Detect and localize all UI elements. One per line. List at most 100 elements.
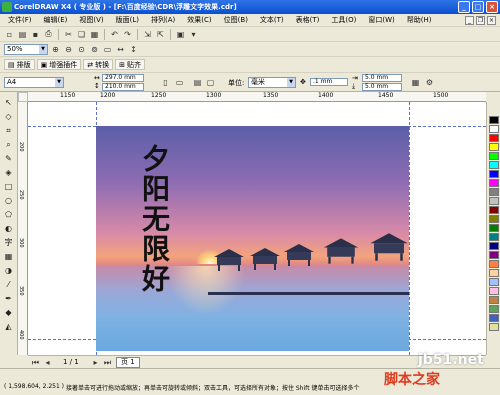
chevron-down-icon[interactable]: ▼ <box>287 78 295 87</box>
horizontal-ruler[interactable]: 1150 1200 1250 1300 1350 1400 1450 1500 <box>28 92 486 102</box>
duplicate-x-field[interactable]: 5.0 mm <box>362 74 402 82</box>
color-swatch[interactable] <box>488 233 499 241</box>
page-width-field[interactable]: 297.0 mm <box>102 74 144 82</box>
color-swatch[interactable] <box>488 143 499 151</box>
menu-help[interactable]: 帮助(H) <box>401 14 438 27</box>
duplicate-y-field[interactable]: 5.0 mm <box>362 83 402 91</box>
color-swatch[interactable] <box>488 323 499 331</box>
color-swatch[interactable] <box>488 224 499 232</box>
color-swatch[interactable] <box>488 206 499 214</box>
page-tab[interactable]: 页 1 <box>116 357 140 368</box>
doc-restore-button[interactable]: ❐ <box>476 15 485 25</box>
zoom-out-icon[interactable]: ⊖ <box>63 44 74 55</box>
settings-icon[interactable]: ⚙ <box>424 77 435 88</box>
color-swatch[interactable] <box>488 251 499 259</box>
close-button[interactable]: × <box>486 1 498 13</box>
ellipse-tool-icon[interactable]: ○ <box>3 196 15 206</box>
menu-table[interactable]: 表格(T) <box>290 14 326 27</box>
color-swatch[interactable] <box>488 287 499 295</box>
fill-tool-icon[interactable]: ◆ <box>3 308 15 318</box>
table-tool-icon[interactable]: ▦ <box>3 252 15 262</box>
color-swatch[interactable] <box>488 305 499 313</box>
color-swatch[interactable] <box>488 296 499 304</box>
basic-shapes-icon[interactable]: ◐ <box>3 224 15 234</box>
copy-icon[interactable]: ❏ <box>76 29 87 40</box>
import-icon[interactable]: ⇲ <box>142 29 153 40</box>
convert-plugin-button[interactable]: ⇄ 转换 <box>83 59 114 70</box>
menu-view[interactable]: 视图(V) <box>73 14 109 27</box>
polygon-tool-icon[interactable]: ⬠ <box>3 210 15 220</box>
snap-plugin-button[interactable]: ⊞ 贴齐 <box>115 59 145 70</box>
prev-page-icon[interactable]: ◂ <box>42 357 53 368</box>
zoom-selected-icon[interactable]: ⊙ <box>76 44 87 55</box>
nudge-distance-field[interactable]: .1 mm <box>310 78 348 86</box>
enhance-plugin-button[interactable]: ▣ 增强插件 <box>36 59 82 70</box>
menu-layout[interactable]: 版面(L) <box>110 14 145 27</box>
last-page-icon[interactable]: ⏭ <box>102 357 113 368</box>
color-swatch[interactable] <box>488 269 499 277</box>
export-icon[interactable]: ⇱ <box>155 29 166 40</box>
calligraphy-text[interactable]: 夕阳无限好 <box>134 144 174 294</box>
color-swatch[interactable] <box>488 116 499 124</box>
print-icon[interactable]: ⎙ <box>43 29 54 40</box>
color-swatch[interactable] <box>488 179 499 187</box>
outline-tool-icon[interactable]: ✒ <box>3 294 15 304</box>
zoom-page-icon[interactable]: ▭ <box>102 44 113 55</box>
menu-file[interactable]: 文件(F) <box>2 14 38 27</box>
color-swatch[interactable] <box>488 134 499 142</box>
open-icon[interactable]: ▤ <box>17 29 28 40</box>
blend-tool-icon[interactable]: ◑ <box>3 266 15 276</box>
vertical-ruler[interactable]: 200 250 300 350 400 <box>18 102 28 355</box>
menu-window[interactable]: 窗口(W) <box>362 14 400 27</box>
next-page-icon[interactable]: ▸ <box>90 357 101 368</box>
undo-icon[interactable]: ↶ <box>109 29 120 40</box>
layout-plugin-button[interactable]: ▤ 排版 <box>4 59 35 70</box>
zoom-all-icon[interactable]: ⊚ <box>89 44 100 55</box>
color-swatch[interactable] <box>488 170 499 178</box>
zoom-in-icon[interactable]: ⊕ <box>50 44 61 55</box>
new-icon[interactable]: ▫ <box>4 29 15 40</box>
landscape-icon[interactable]: ▭ <box>174 77 185 88</box>
paper-size-combo[interactable]: A4 ▼ <box>4 77 64 88</box>
dropdown-icon[interactable]: ▾ <box>188 29 199 40</box>
rectangle-tool-icon[interactable]: □ <box>3 182 15 192</box>
cut-icon[interactable]: ✂ <box>63 29 74 40</box>
chevron-down-icon[interactable]: ▼ <box>55 78 63 87</box>
launcher-icon[interactable]: ▣ <box>175 29 186 40</box>
crop-tool-icon[interactable]: ⌗ <box>3 126 15 136</box>
color-swatch[interactable] <box>488 215 499 223</box>
unit-combo[interactable]: 毫米 ▼ <box>248 77 296 88</box>
doc-minimize-button[interactable]: _ <box>465 15 474 25</box>
sunset-photo[interactable]: 夕阳无限好 <box>96 126 409 351</box>
menu-arrange[interactable]: 排列(A) <box>145 14 181 27</box>
paste-icon[interactable]: ▦ <box>89 29 100 40</box>
menu-effects[interactable]: 效果(C) <box>181 14 217 27</box>
drawing-canvas[interactable]: 夕阳无限好 <box>28 102 486 355</box>
ruler-origin[interactable] <box>18 92 28 102</box>
zoom-height-icon[interactable]: ↕ <box>128 44 139 55</box>
portrait-icon[interactable]: ▯ <box>160 77 171 88</box>
text-tool-icon[interactable]: 字 <box>3 238 15 248</box>
color-swatch[interactable] <box>488 197 499 205</box>
shape-tool-icon[interactable]: ◇ <box>3 112 15 122</box>
current-page-icon[interactable]: ▢ <box>205 77 216 88</box>
menu-tools[interactable]: 工具(O) <box>325 14 362 27</box>
eyedropper-icon[interactable]: ⁄ <box>3 280 15 290</box>
color-swatch[interactable] <box>488 278 499 286</box>
menu-edit[interactable]: 编辑(E) <box>38 14 74 27</box>
menu-bitmaps[interactable]: 位图(B) <box>218 14 254 27</box>
doc-close-button[interactable]: × <box>487 15 496 25</box>
pick-tool-icon[interactable]: ↖ <box>3 98 15 108</box>
chevron-down-icon[interactable]: ▼ <box>39 44 47 54</box>
color-swatch[interactable] <box>488 188 499 196</box>
options-icon[interactable]: ▦ <box>410 77 421 88</box>
minimize-button[interactable]: _ <box>458 1 470 13</box>
smart-fill-icon[interactable]: ◈ <box>3 168 15 178</box>
page-height-field[interactable]: 210.0 mm <box>102 83 144 91</box>
maximize-button[interactable]: □ <box>472 1 484 13</box>
save-icon[interactable]: ▪ <box>30 29 41 40</box>
zoom-level-combo[interactable]: 50% ▼ <box>4 43 48 55</box>
freehand-tool-icon[interactable]: ✎ <box>3 154 15 164</box>
guideline[interactable] <box>409 102 410 355</box>
interactive-fill-icon[interactable]: ◭ <box>3 322 15 332</box>
